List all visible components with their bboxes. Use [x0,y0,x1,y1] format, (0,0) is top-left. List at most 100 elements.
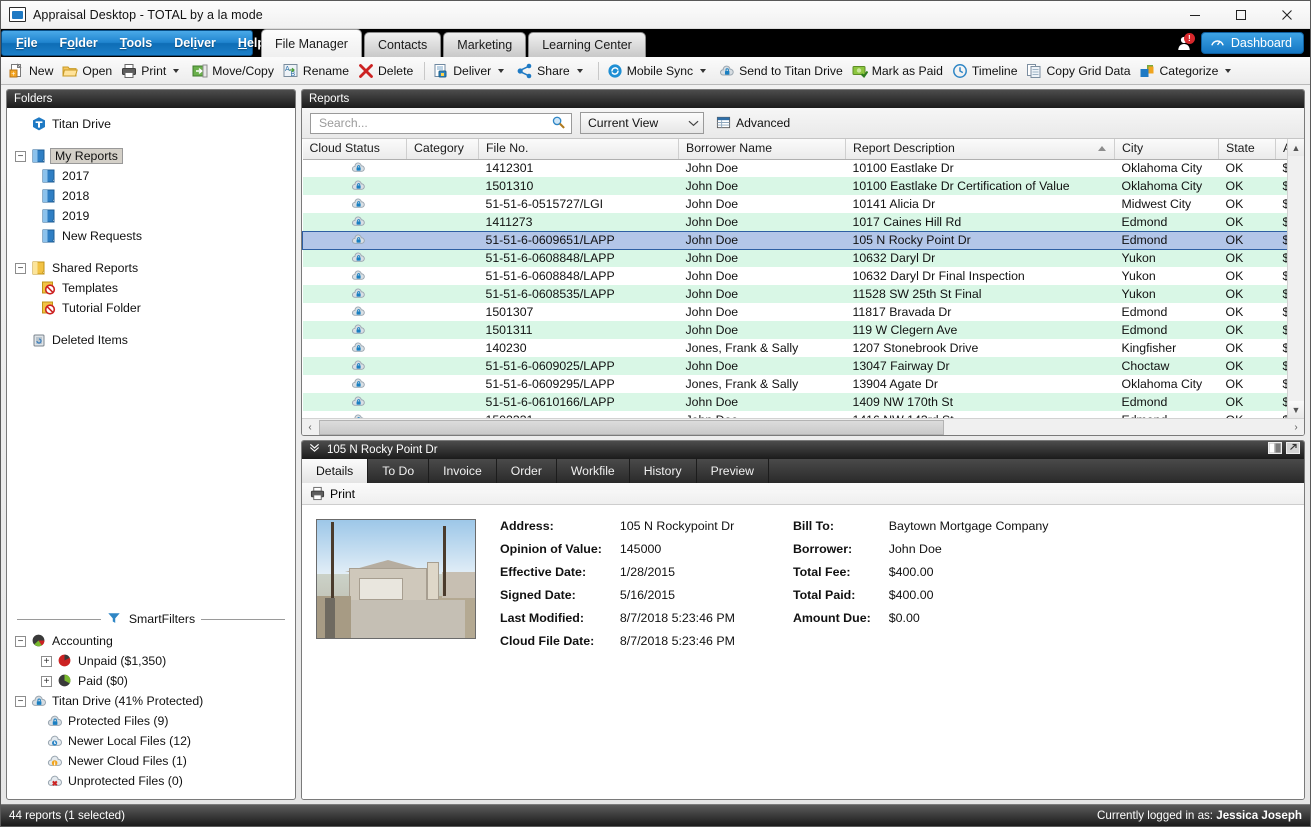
minimize-button[interactable] [1172,1,1218,29]
tree-item-templates[interactable]: Templates [7,278,295,298]
toolbar-categorize[interactable]: Categorize [1136,59,1241,83]
tree-item-2019[interactable]: 2019 [7,206,295,226]
tab-contacts[interactable]: Contacts [364,32,441,57]
tree-item-my-reports[interactable]: − My Reports [7,146,295,166]
menu-deliver[interactable]: Deliver [174,36,216,50]
dashboard-button[interactable]: Dashboard [1201,32,1304,54]
chevron-down-icon[interactable] [688,116,699,130]
menu-folder[interactable]: Folder [60,36,98,50]
table-row[interactable]: 51-51-6-0608848/LAPPJohn Doe10632 Daryl … [303,267,1288,285]
details-tab-history[interactable]: History [630,459,697,483]
details-tab-to-do[interactable]: To Do [368,459,429,483]
toolbar-deliver[interactable]: Deliver [430,59,514,83]
table-row[interactable]: 51-51-6-0609651/LAPPJohn Doe105 N Rocky … [303,231,1288,249]
smartfilter-newer-cloud-files[interactable]: Newer Cloud Files (1) [7,751,295,771]
toolbar-timeline[interactable]: Timeline [949,59,1024,83]
column-header-cloud-status[interactable]: Cloud Status [303,139,407,159]
tab-marketing[interactable]: Marketing [443,32,526,57]
table-row[interactable]: 1501310John Doe10100 Eastlake Dr Certifi… [303,177,1288,195]
table-row[interactable]: 1411273John Doe1017 Caines Hill RdEdmond… [303,213,1288,231]
expander-plus[interactable]: + [41,656,52,667]
scroll-right-icon[interactable]: › [1288,419,1304,436]
toolbar-move-copy[interactable]: Move/Copy [189,59,280,83]
toolbar-print[interactable]: Print [118,59,189,83]
menu-tools[interactable]: Tools [120,36,152,50]
table-row[interactable]: 1502331John Doe1416 NW 143rd StEdmondOK$… [303,411,1288,418]
toolbar-mobile-sync[interactable]: Mobile Sync [604,59,716,83]
smartfilter-unprotected-files[interactable]: Unprotected Files (0) [7,771,295,791]
advanced-button[interactable]: Advanced [712,112,794,134]
scroll-up-icon[interactable]: ▲ [1288,139,1305,156]
chevron-down-icon[interactable] [173,69,179,73]
split-view-icon[interactable] [1268,442,1282,458]
table-row[interactable]: 51-51-6-0515727/LGIJohn Doe10141 Alicia … [303,195,1288,213]
tab-file-manager[interactable]: File Manager [261,29,362,57]
smartfilter-protected-files[interactable]: Protected Files (9) [7,711,295,731]
table-row[interactable]: 51-51-6-0608535/LAPPJohn Doe11528 SW 25t… [303,285,1288,303]
toolbar-send-to-titan-drive[interactable]: Send to Titan Drive [716,59,849,83]
expander-plus[interactable]: + [41,676,52,687]
table-row[interactable]: 1501311John Doe119 W Clegern AveEdmondOK… [303,321,1288,339]
toolbar-rename[interactable]: AB Rename [280,59,355,83]
chevron-down-icon[interactable] [577,69,583,73]
table-row[interactable]: 1412301John Doe10100 Eastlake DrOklahoma… [303,159,1288,177]
grid-vertical-scrollbar[interactable]: ▲ ▼ [1287,139,1304,418]
tree-item-deleted-items[interactable]: Deleted Items [7,330,295,350]
menu-file[interactable]: File [16,36,38,50]
details-tab-invoice[interactable]: Invoice [429,459,497,483]
chevron-down-icon[interactable] [498,69,504,73]
details-print-label[interactable]: Print [330,487,355,501]
hscroll-thumb[interactable] [319,420,944,435]
maximize-button[interactable] [1218,1,1264,29]
tree-item-shared-reports[interactable]: − Shared Reports [7,258,295,278]
expander-minus[interactable]: − [15,696,26,707]
column-header-category[interactable]: Category [407,139,479,159]
toolbar-open[interactable]: Open [59,59,118,83]
smartfilter-paid[interactable]: + Paid ($0) [7,671,295,691]
user-account-icon[interactable]: ! [1171,32,1197,54]
table-row[interactable]: 51-51-6-0609295/LAPPJones, Frank & Sally… [303,375,1288,393]
smartfilter-titan-drive[interactable]: − Titan Drive (41% Protected) [7,691,295,711]
search-input[interactable] [317,115,551,131]
smartfilter-unpaid[interactable]: + Unpaid ($1,350) [7,651,295,671]
column-header-report-description[interactable]: Report Description [846,139,1115,159]
table-row[interactable]: 51-51-6-0608848/LAPPJohn Doe10632 Daryl … [303,249,1288,267]
chevron-down-icon[interactable] [1225,69,1231,73]
tree-item-tutorial-folder[interactable]: Tutorial Folder [7,298,295,318]
toolbar-mark-as-paid[interactable]: Mark as Paid [849,59,949,83]
table-row[interactable]: 51-51-6-0609025/LAPPJohn Doe13047 Fairwa… [303,357,1288,375]
scroll-left-icon[interactable]: ‹ [302,419,318,436]
tree-item-titan-drive[interactable]: Titan Drive [7,114,295,134]
column-header-state[interactable]: State [1219,139,1276,159]
view-select[interactable]: Current View [580,112,704,134]
collapse-chevron-icon[interactable] [309,442,321,458]
table-row[interactable]: 51-51-6-0610166/LAPPJohn Doe1409 NW 170t… [303,393,1288,411]
tree-item-new-requests[interactable]: New Requests [7,226,295,246]
expander-minus[interactable]: − [15,636,26,647]
scroll-down-icon[interactable]: ▼ [1288,401,1305,418]
grid-horizontal-scrollbar[interactable]: ‹ › [302,418,1304,435]
toolbar-delete[interactable]: Delete [355,59,419,83]
expander-minus[interactable]: − [15,151,26,162]
table-row[interactable]: 140230Jones, Frank & Sally1207 Stonebroo… [303,339,1288,357]
tab-learning-center[interactable]: Learning Center [528,32,646,57]
details-tab-details[interactable]: Details [302,459,368,483]
toolbar-copy-grid-data[interactable]: Copy Grid Data [1023,59,1136,83]
column-header-borrower-name[interactable]: Borrower Name [679,139,846,159]
details-tab-workfile[interactable]: Workfile [557,459,630,483]
column-header-file-no[interactable]: File No. [479,139,679,159]
search-icon[interactable] [551,115,567,131]
smartfilter-newer-local-files[interactable]: Newer Local Files (12) [7,731,295,751]
details-tab-order[interactable]: Order [497,459,557,483]
tree-item-2018[interactable]: 2018 [7,186,295,206]
toolbar-share[interactable]: Share [514,59,593,83]
column-header-city[interactable]: City [1115,139,1219,159]
details-tab-preview[interactable]: Preview [697,459,769,483]
chevron-down-icon[interactable] [700,69,706,73]
hscroll-track[interactable] [318,420,1288,435]
expander-minus[interactable]: − [15,263,26,274]
tree-item-2017[interactable]: 2017 [7,166,295,186]
column-header-appraised[interactable]: Appraised [1276,139,1288,159]
close-button[interactable] [1264,1,1310,29]
table-row[interactable]: 1501307John Doe11817 Bravada DrEdmondOK$… [303,303,1288,321]
